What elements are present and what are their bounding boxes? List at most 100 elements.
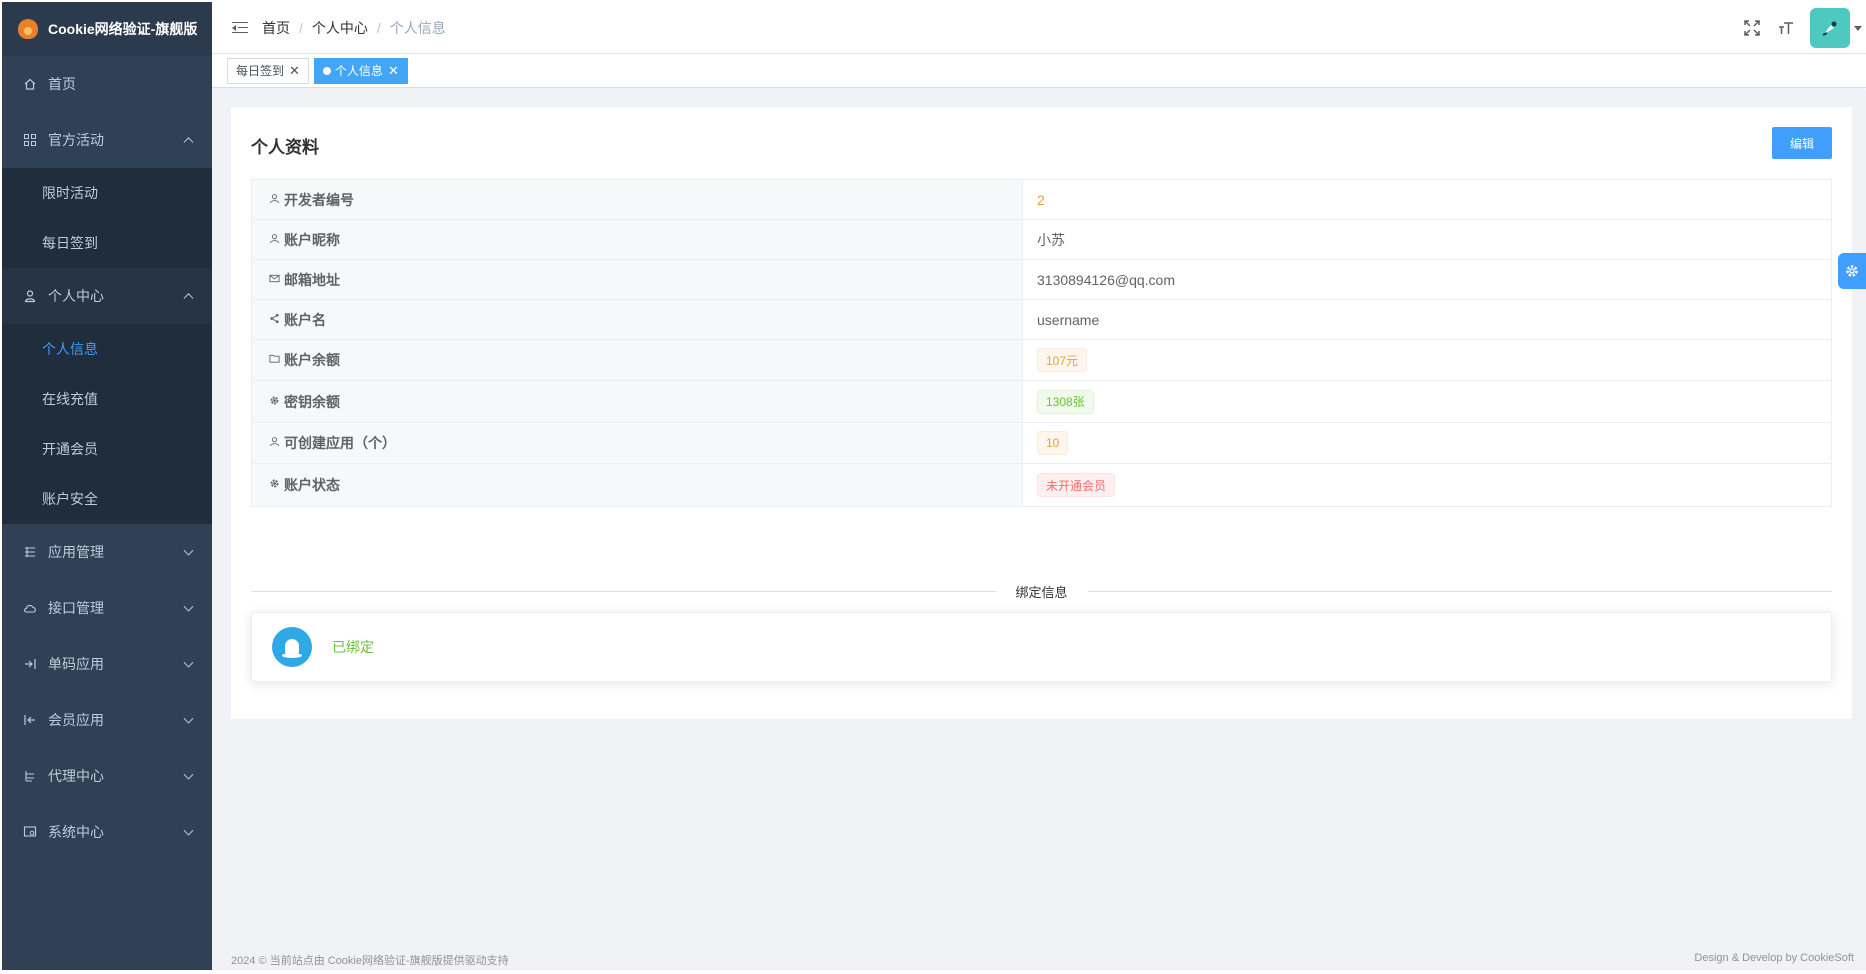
close-icon[interactable]: ✕ <box>388 63 399 79</box>
logo[interactable]: Cookie网络验证-旗舰版 <box>2 2 212 56</box>
tree-icon <box>22 768 38 784</box>
share-icon <box>269 313 280 327</box>
sidebar-item-label: 系统中心 <box>48 824 104 840</box>
chevron-up-icon <box>183 293 194 304</box>
sidebar-item-label: 会员应用 <box>48 712 104 728</box>
row-label-text: 账户余额 <box>284 352 340 368</box>
navbar: 首页 / 个人中心 / 个人信息 <box>212 2 1866 54</box>
footer-credit: Design & Develop by CookieSoft <box>1694 952 1854 964</box>
sidebar-item-label: 应用管理 <box>48 544 104 560</box>
sidebar-item-api-management[interactable]: 接口管理 <box>2 580 212 636</box>
tag-label: 每日签到 <box>236 64 285 78</box>
chevron-down-icon <box>183 825 194 836</box>
chevron-down-icon <box>183 713 194 724</box>
divider-label: 绑定信息 <box>995 582 1088 601</box>
settings-gear-button[interactable] <box>1838 253 1866 289</box>
row-value: 3130894126@qq.com <box>1023 260 1831 299</box>
folder-icon <box>269 353 280 367</box>
row-label-text: 邮箱地址 <box>284 271 340 288</box>
app-quota-badge: 10 <box>1037 431 1069 455</box>
row-label: 可创建应用（个） <box>252 423 1023 463</box>
gear-icon <box>269 478 280 492</box>
gear-icon <box>269 395 280 409</box>
tag-personal-info[interactable]: 个人信息 ✕ <box>313 57 408 84</box>
sidebar-item-account-security[interactable]: 账户安全 <box>2 474 212 524</box>
sidebar-item-personal-center[interactable]: 个人中心 <box>2 268 212 324</box>
row-label: 邮箱地址 <box>252 260 1023 299</box>
breadcrumb-separator: / <box>376 19 381 36</box>
user-icon <box>269 436 280 450</box>
row-value: 小苏 <box>1023 220 1831 259</box>
sidebar: Cookie网络验证-旗舰版 首页 官方活动 限时活动 每日签到 个人中心 个人… <box>2 2 212 970</box>
sidebar-item-online-recharge[interactable]: 在线充值 <box>2 374 212 424</box>
row-label-text: 可创建应用（个） <box>284 435 396 451</box>
profile-card: 个人资料 编辑 开发者编号 2 账户昵称 小苏 邮箱地址 3130894126@… <box>231 107 1852 719</box>
breadcrumb-personal-center[interactable]: 个人中心 <box>312 18 368 38</box>
avatar[interactable] <box>1810 8 1850 48</box>
sidebar-item-personal-info[interactable]: 个人信息 <box>2 324 212 374</box>
sidebar-item-label: 首页 <box>48 76 76 92</box>
breadcrumb-separator: / <box>299 19 303 36</box>
profile-row-app-quota: 可创建应用（个） 10 <box>252 423 1831 464</box>
row-value: 1308张 <box>1023 381 1831 422</box>
row-label: 开发者编号 <box>252 180 1023 219</box>
grid-icon <box>22 132 38 148</box>
submenu-personal-center: 个人信息 在线充值 开通会员 账户安全 <box>2 324 212 524</box>
key-balance-badge: 1308张 <box>1037 389 1094 414</box>
user-icon <box>269 193 280 207</box>
caret-down-icon[interactable] <box>1854 25 1862 31</box>
breadcrumb-home[interactable]: 首页 <box>262 18 290 38</box>
sidebar-item-daily-signin[interactable]: 每日签到 <box>2 218 212 268</box>
profile-row-key-balance: 密钥余额 1308张 <box>252 381 1831 423</box>
home-icon <box>22 76 38 92</box>
row-value: 107元 <box>1023 340 1831 380</box>
logout-arrow-icon <box>22 712 38 728</box>
sidebar-item-label: 官方活动 <box>48 132 104 148</box>
sidebar-item-label: 单码应用 <box>48 656 104 672</box>
profile-row-balance: 账户余额 107元 <box>252 340 1831 381</box>
row-value: 10 <box>1023 423 1831 463</box>
row-value: 未开通会员 <box>1023 464 1831 506</box>
sidebar-item-open-membership[interactable]: 开通会员 <box>2 424 212 474</box>
developer-id-value: 2 <box>1037 191 1045 208</box>
submenu-activities: 限时活动 每日签到 <box>2 168 212 268</box>
sidebar-item-label: 个人中心 <box>48 288 104 304</box>
sidebar-item-label: 代理中心 <box>48 768 104 784</box>
sidebar-item-single-code-app[interactable]: 单码应用 <box>2 636 212 692</box>
fullscreen-icon[interactable] <box>1742 18 1762 38</box>
row-label: 账户状态 <box>252 464 1023 506</box>
row-label-text: 账户昵称 <box>284 231 340 248</box>
list-icon <box>22 544 38 560</box>
profile-row-account-status: 账户状态 未开通会员 <box>252 464 1831 506</box>
chevron-down-icon <box>183 769 194 780</box>
sidebar-item-system-center[interactable]: 系统中心 <box>2 804 212 860</box>
row-label-text: 账户名 <box>284 311 326 328</box>
edit-button[interactable]: 编辑 <box>1772 127 1832 159</box>
chevron-down-icon <box>183 601 194 612</box>
row-label: 账户昵称 <box>252 220 1023 259</box>
font-size-icon[interactable] <box>1776 18 1796 38</box>
sidebar-item-limited-activity[interactable]: 限时活动 <box>2 168 212 218</box>
username-value: username <box>1037 311 1100 328</box>
close-icon[interactable]: ✕ <box>289 63 300 79</box>
tag-daily-signin[interactable]: 每日签到 ✕ <box>227 57 309 84</box>
row-value: username <box>1023 300 1831 339</box>
balance-badge: 107元 <box>1037 348 1088 372</box>
gear-icon <box>1846 265 1858 277</box>
hamburger-icon[interactable] <box>232 21 248 35</box>
row-label-text: 开发者编号 <box>284 191 354 208</box>
qq-icon <box>272 627 312 667</box>
breadcrumb: 首页 / 个人中心 / 个人信息 <box>262 18 446 38</box>
sidebar-item-app-management[interactable]: 应用管理 <box>2 524 212 580</box>
account-status-badge: 未开通会员 <box>1037 473 1116 497</box>
chevron-up-icon <box>183 137 194 148</box>
sidebar-item-member-app[interactable]: 会员应用 <box>2 692 212 748</box>
binding-divider: 绑定信息 <box>251 582 1832 601</box>
sidebar-item-agent-center[interactable]: 代理中心 <box>2 748 212 804</box>
row-label: 密钥余额 <box>252 381 1023 422</box>
sidebar-item-home[interactable]: 首页 <box>2 56 212 112</box>
sidebar-item-activities[interactable]: 官方活动 <box>2 112 212 168</box>
footer-copyright: 2024 © 当前站点由 Cookie网络验证-旗舰版提供驱动支持 <box>231 955 509 967</box>
binding-card: 已绑定 <box>251 612 1832 682</box>
user-icon <box>22 288 38 304</box>
